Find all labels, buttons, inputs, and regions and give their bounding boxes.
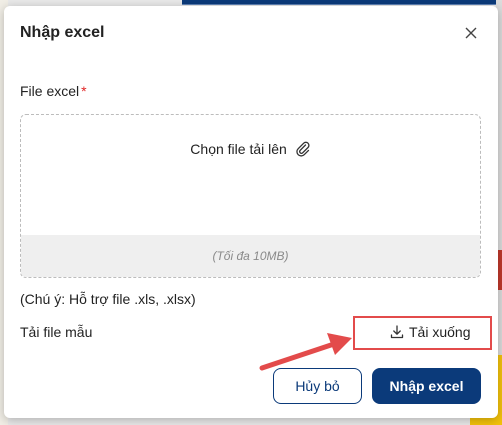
paperclip-icon [296, 141, 310, 157]
import-excel-dialog: Nhập excel File excel * Chọn file tải lên… [4, 6, 498, 418]
file-dropzone[interactable]: Chọn file tải lên (Tối đa 10MB) [20, 114, 481, 278]
close-icon [465, 27, 477, 39]
import-excel-button[interactable]: Nhập excel [372, 368, 481, 404]
close-button[interactable] [460, 22, 482, 44]
size-limit-bar: (Tối đa 10MB) [21, 235, 480, 277]
backdrop-top-bar [182, 0, 502, 5]
template-file-label: Tải file mẫu [20, 324, 93, 340]
annotation-highlight-box [353, 316, 492, 350]
supported-formats-note: (Chú ý: Hỗ trợ file .xls, .xlsx) [20, 291, 196, 307]
size-limit-text: (Tối đa 10MB) [212, 249, 289, 263]
file-field-label: File excel * [20, 83, 87, 99]
required-mark: * [81, 83, 87, 99]
upload-prompt[interactable]: Chọn file tải lên [21, 141, 480, 157]
cancel-button[interactable]: Hủy bỏ [273, 368, 362, 404]
dialog-title: Nhập excel [20, 24, 105, 41]
file-field-label-text: File excel [20, 83, 80, 99]
upload-prompt-text: Chọn file tải lên [190, 141, 287, 157]
